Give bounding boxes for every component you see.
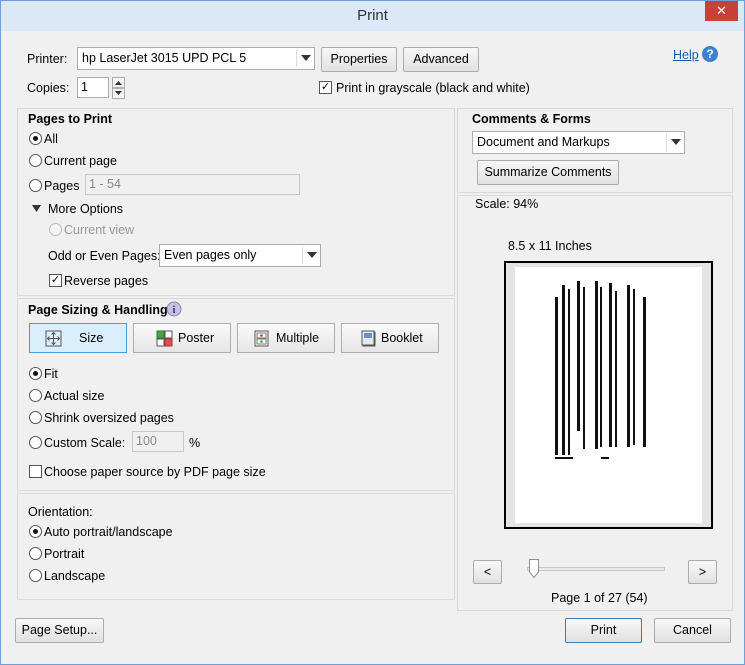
portrait-radio[interactable]	[29, 547, 42, 560]
landscape-radio[interactable]	[29, 569, 42, 582]
reverse-pages-label: Reverse pages	[64, 274, 149, 288]
pages-range-label: Pages	[44, 179, 80, 193]
window-title: Print	[357, 7, 388, 24]
paper-size-label: 8.5 x 11 Inches	[508, 239, 592, 253]
booklet-tab-label: Booklet	[381, 331, 423, 345]
title-bar: Print	[1, 1, 744, 31]
custom-scale-radio[interactable]	[29, 436, 42, 449]
copies-input[interactable]: 1	[77, 77, 109, 98]
chevron-down-icon	[671, 139, 681, 145]
orientation-title: Orientation:	[28, 505, 93, 519]
current-view-radio[interactable]	[49, 223, 62, 236]
odd-even-select[interactable]: Even pages only	[159, 244, 321, 267]
svg-text:i: i	[172, 304, 175, 316]
properties-button[interactable]: Properties	[321, 47, 397, 72]
landscape-label: Landscape	[44, 569, 106, 583]
next-page-button[interactable]: >	[688, 560, 717, 584]
page-sizing-title: Page Sizing & Handling	[28, 303, 168, 317]
comments-forms-select[interactable]: Document and Markups	[472, 131, 685, 154]
multiple-tab[interactable]: Multiple	[237, 323, 335, 353]
previous-page-button[interactable]: <	[473, 560, 502, 584]
portrait-label: Portrait	[44, 547, 85, 561]
poster-tab-label: Poster	[178, 331, 215, 345]
printer-label: Printer:	[27, 52, 68, 66]
more-options-toggle[interactable]: More Options	[48, 202, 123, 216]
all-pages-label: All	[44, 132, 58, 146]
select-separator	[296, 50, 297, 67]
triangle-down-icon[interactable]	[32, 205, 41, 212]
size-tab[interactable]: Size	[29, 323, 127, 353]
grayscale-label: Print in grayscale (black and white)	[336, 81, 530, 95]
custom-scale-input[interactable]: 100	[132, 431, 184, 452]
size-tab-label: Size	[79, 331, 104, 345]
printer-value: hp LaserJet 3015 UPD PCL 5	[82, 51, 247, 65]
multiple-tab-label: Multiple	[276, 331, 320, 345]
printer-select[interactable]: hp LaserJet 3015 UPD PCL 5	[77, 47, 315, 70]
page-preview	[504, 261, 713, 529]
advanced-button[interactable]: Advanced	[403, 47, 479, 72]
copies-up-button[interactable]	[112, 77, 125, 88]
comments-forms-title: Comments & Forms	[472, 112, 591, 126]
print-button[interactable]: Print	[565, 618, 642, 643]
grayscale-checkbox[interactable]: ✓	[319, 81, 332, 94]
info-icon[interactable]: i	[166, 301, 182, 317]
poster-tab[interactable]: Poster	[133, 323, 231, 353]
custom-scale-label: Custom Scale:	[44, 436, 126, 450]
cancel-button[interactable]: Cancel	[654, 618, 731, 643]
chevron-down-icon	[307, 252, 317, 258]
actual-size-radio[interactable]	[29, 389, 42, 402]
shrink-radio[interactable]	[29, 411, 42, 424]
current-view-label: Current view	[64, 223, 135, 237]
chevron-up-icon	[115, 81, 122, 85]
print-dialog: Print ✕ Printer: hp LaserJet 3015 UPD PC…	[0, 0, 745, 665]
auto-orientation-label: Auto portrait/landscape	[44, 525, 173, 539]
pages-range-radio[interactable]	[29, 179, 42, 192]
fit-radio[interactable]	[29, 367, 42, 380]
comments-forms-value: Document and Markups	[477, 135, 610, 149]
chevron-down-icon	[115, 91, 122, 95]
copies-label: Copies:	[27, 81, 70, 95]
actual-size-label: Actual size	[44, 389, 105, 403]
select-separator	[666, 134, 667, 151]
help-link[interactable]: Help	[673, 48, 699, 62]
current-page-label: Current page	[44, 154, 117, 168]
close-button[interactable]: ✕	[705, 1, 738, 21]
page-slider-thumb[interactable]	[529, 559, 540, 579]
booklet-icon	[361, 330, 376, 347]
reverse-pages-checkbox[interactable]: ✓	[49, 274, 62, 287]
paper-source-label: Choose paper source by PDF page size	[44, 465, 266, 479]
chevron-down-icon	[301, 55, 311, 61]
current-page-radio[interactable]	[29, 154, 42, 167]
multiple-pages-icon	[254, 330, 269, 347]
size-icon	[45, 330, 62, 347]
slider-thumb-shape	[529, 559, 540, 579]
percent-label: %	[189, 436, 201, 450]
odd-even-label: Odd or Even Pages:	[48, 249, 161, 263]
booklet-tab[interactable]: Booklet	[341, 323, 439, 353]
shrink-label: Shrink oversized pages	[44, 411, 174, 425]
pages-range-input[interactable]: 1 - 54	[85, 174, 300, 195]
fit-label: Fit	[44, 367, 58, 381]
page-setup-button[interactable]: Page Setup...	[15, 618, 104, 643]
poster-icon	[156, 330, 173, 347]
svg-text:?: ?	[706, 47, 713, 61]
copies-down-button[interactable]	[112, 88, 125, 99]
odd-even-value: Even pages only	[164, 248, 257, 262]
auto-orientation-radio[interactable]	[29, 525, 42, 538]
pages-to-print-title: Pages to Print	[28, 112, 113, 126]
page-info: Page 1 of 27 (54)	[551, 591, 648, 605]
help-icon[interactable]: ?	[702, 46, 718, 62]
page-preview-sheet	[515, 267, 702, 523]
page-slider-track[interactable]	[527, 567, 665, 571]
all-pages-radio[interactable]	[29, 132, 42, 145]
select-separator	[302, 247, 303, 264]
summarize-comments-button[interactable]: Summarize Comments	[477, 160, 619, 185]
preview-content	[555, 281, 646, 459]
scale-readout: Scale: 94%	[475, 197, 539, 211]
paper-source-checkbox[interactable]	[29, 465, 42, 478]
